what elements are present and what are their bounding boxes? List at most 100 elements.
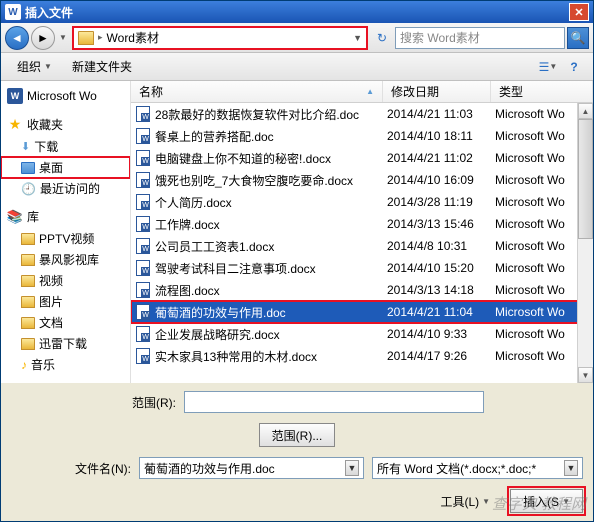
search-input[interactable]: 搜索 Word素材 <box>395 27 565 49</box>
new-folder-button[interactable]: 新建文件夹 <box>64 56 140 77</box>
file-type: Microsoft Wo <box>495 283 589 297</box>
titlebar: W 插入文件 ✕ <box>1 1 593 23</box>
sidebar-item-documents[interactable]: 文档 <box>1 312 130 333</box>
sidebar-item-downloads[interactable]: ⬇ 下载 <box>1 136 130 157</box>
file-date: 2014/4/10 16:09 <box>387 173 495 187</box>
forward-button[interactable]: ► <box>31 26 55 50</box>
app-icon: W <box>5 4 21 20</box>
file-name: 28款最好的数据恢复软件对比介绍.doc <box>155 106 387 123</box>
doc-icon <box>135 216 151 232</box>
range-button[interactable]: 范围(R)... <box>259 423 336 447</box>
file-date: 2014/4/10 9:33 <box>387 327 495 341</box>
filetype-filter-combo[interactable]: 所有 Word 文档(*.docx;*.doc;* ▼ <box>372 457 583 479</box>
view-options-button[interactable]: ☰▼ <box>537 57 559 77</box>
history-dropdown[interactable]: ▼ <box>57 26 69 50</box>
column-name[interactable]: 名称▲ <box>131 81 383 102</box>
search-button[interactable]: 🔍 <box>567 27 589 49</box>
sidebar-item-xunlei[interactable]: 迅雷下载 <box>1 333 130 354</box>
scrollbar-thumb[interactable] <box>578 119 593 239</box>
sidebar-item-pptv[interactable]: PPTV视频 <box>1 228 130 249</box>
scrollbar-up-button[interactable]: ▲ <box>578 103 593 119</box>
breadcrumb-text[interactable]: Word素材 <box>107 29 159 46</box>
file-date: 2014/4/10 18:11 <box>387 129 495 143</box>
file-row[interactable]: 葡萄酒的功效与作用.doc2014/4/21 11:04Microsoft Wo <box>131 301 593 323</box>
close-button[interactable]: ✕ <box>569 3 589 21</box>
breadcrumb-dropdown-icon[interactable]: ▼ <box>353 33 362 43</box>
file-row[interactable]: 工作牌.docx2014/3/13 15:46Microsoft Wo <box>131 213 593 235</box>
sidebar-item-recent[interactable]: 🕘 最近访问的 <box>1 178 130 199</box>
chevron-down-icon: ▼ <box>482 497 490 506</box>
folder-icon <box>21 275 35 287</box>
file-row[interactable]: 个人简历.docx2014/3/28 11:19Microsoft Wo <box>131 191 593 213</box>
file-name: 电脑键盘上你不知道的秘密!.docx <box>155 150 387 167</box>
sidebar-favorites[interactable]: ★ 收藏夹 <box>1 113 130 136</box>
sidebar-item-baofeng[interactable]: 暴风影视库 <box>1 249 130 270</box>
window-title: 插入文件 <box>25 4 569 21</box>
file-row[interactable]: 28款最好的数据恢复软件对比介绍.doc2014/4/21 11:03Micro… <box>131 103 593 125</box>
doc-icon <box>135 238 151 254</box>
file-pane: 名称▲ 修改日期 类型 28款最好的数据恢复软件对比介绍.doc2014/4/2… <box>131 81 593 383</box>
file-row[interactable]: 餐桌上的营养搭配.doc2014/4/10 18:11Microsoft Wo <box>131 125 593 147</box>
insert-file-dialog: W 插入文件 ✕ ◄ ► ▼ ▸ Word素材 ▼ ↻ 搜索 Word素材 🔍 … <box>0 0 594 522</box>
file-list: 28款最好的数据恢复软件对比介绍.doc2014/4/21 11:03Micro… <box>131 103 593 383</box>
file-date: 2014/4/21 11:03 <box>387 107 495 121</box>
chevron-down-icon[interactable]: ▼ <box>564 460 578 476</box>
file-name: 饿死也别吃_7大食物空腹吃要命.docx <box>155 172 387 189</box>
navigation-bar: ◄ ► ▼ ▸ Word素材 ▼ ↻ 搜索 Word素材 🔍 <box>1 23 593 53</box>
chevron-down-icon[interactable]: ▼ <box>345 460 359 476</box>
file-row[interactable]: 实木家具13种常用的木材.docx2014/4/17 9:26Microsoft… <box>131 345 593 367</box>
file-name: 实木家具13种常用的木材.docx <box>155 348 387 365</box>
file-name: 葡萄酒的功效与作用.doc <box>155 304 387 321</box>
tools-menu[interactable]: 工具(L) ▼ <box>428 489 502 513</box>
filename-label: 文件名(N): <box>11 460 131 477</box>
refresh-button[interactable]: ↻ <box>371 27 393 49</box>
folder-icon <box>78 31 94 45</box>
file-row[interactable]: 企业发展战略研究.docx2014/4/10 9:33Microsoft Wo <box>131 323 593 345</box>
star-icon: ★ <box>7 117 23 133</box>
doc-icon <box>135 304 151 320</box>
sidebar-item-music[interactable]: ♪音乐 <box>1 354 130 375</box>
file-row[interactable]: 流程图.docx2014/3/13 14:18Microsoft Wo <box>131 279 593 301</box>
sidebar-recent-label: 最近访问的 <box>40 180 100 197</box>
folder-icon <box>21 296 35 308</box>
column-headers: 名称▲ 修改日期 类型 <box>131 81 593 103</box>
filename-combo[interactable]: 葡萄酒的功效与作用.doc ▼ <box>139 457 364 479</box>
sidebar-word-recent[interactable]: W Microsoft Wo <box>1 85 130 107</box>
sidebar-libraries[interactable]: 📚 库 <box>1 205 130 228</box>
column-date[interactable]: 修改日期 <box>383 81 491 102</box>
sort-asc-icon: ▲ <box>366 87 374 96</box>
folder-icon <box>21 338 35 350</box>
back-button[interactable]: ◄ <box>5 26 29 50</box>
toolbar: 组织 ▼ 新建文件夹 ☰▼ ? <box>1 53 593 81</box>
music-icon: ♪ <box>21 358 27 372</box>
column-type[interactable]: 类型 <box>491 81 593 102</box>
range-input[interactable] <box>184 391 484 413</box>
doc-icon <box>135 128 151 144</box>
sidebar-item-desktop[interactable]: 桌面 <box>1 157 130 178</box>
file-date: 2014/4/21 11:02 <box>387 151 495 165</box>
sidebar-item-pictures[interactable]: 图片 <box>1 291 130 312</box>
file-type: Microsoft Wo <box>495 107 589 121</box>
scrollbar-down-button[interactable]: ▼ <box>578 367 593 383</box>
vertical-scrollbar[interactable]: ▲ ▼ <box>577 103 593 383</box>
breadcrumb-bar[interactable]: ▸ Word素材 ▼ <box>73 27 367 49</box>
insert-button[interactable]: 插入(S ▼ <box>510 489 583 513</box>
doc-icon <box>135 282 151 298</box>
sidebar-item-videos[interactable]: 视频 <box>1 270 130 291</box>
file-row[interactable]: 饿死也别吃_7大食物空腹吃要命.docx2014/4/10 16:09Micro… <box>131 169 593 191</box>
file-date: 2014/3/13 14:18 <box>387 283 495 297</box>
doc-icon <box>135 260 151 276</box>
file-row[interactable]: 电脑键盘上你不知道的秘密!.docx2014/4/21 11:02Microso… <box>131 147 593 169</box>
file-row[interactable]: 驾驶考试科目二注意事项.docx2014/4/10 15:20Microsoft… <box>131 257 593 279</box>
file-type: Microsoft Wo <box>495 129 589 143</box>
chevron-down-icon: ▼ <box>44 62 52 71</box>
file-row[interactable]: 公司员工工资表1.docx2014/4/8 10:31Microsoft Wo <box>131 235 593 257</box>
breadcrumb-separator-icon: ▸ <box>98 32 103 43</box>
doc-icon <box>135 106 151 122</box>
file-name: 驾驶考试科目二注意事项.docx <box>155 260 387 277</box>
chevron-down-icon: ▼ <box>562 497 570 506</box>
file-date: 2014/4/8 10:31 <box>387 239 495 253</box>
filter-value: 所有 Word 文档(*.docx;*.doc;* <box>377 460 536 477</box>
help-button[interactable]: ? <box>563 57 585 77</box>
organize-menu[interactable]: 组织 ▼ <box>9 56 60 77</box>
